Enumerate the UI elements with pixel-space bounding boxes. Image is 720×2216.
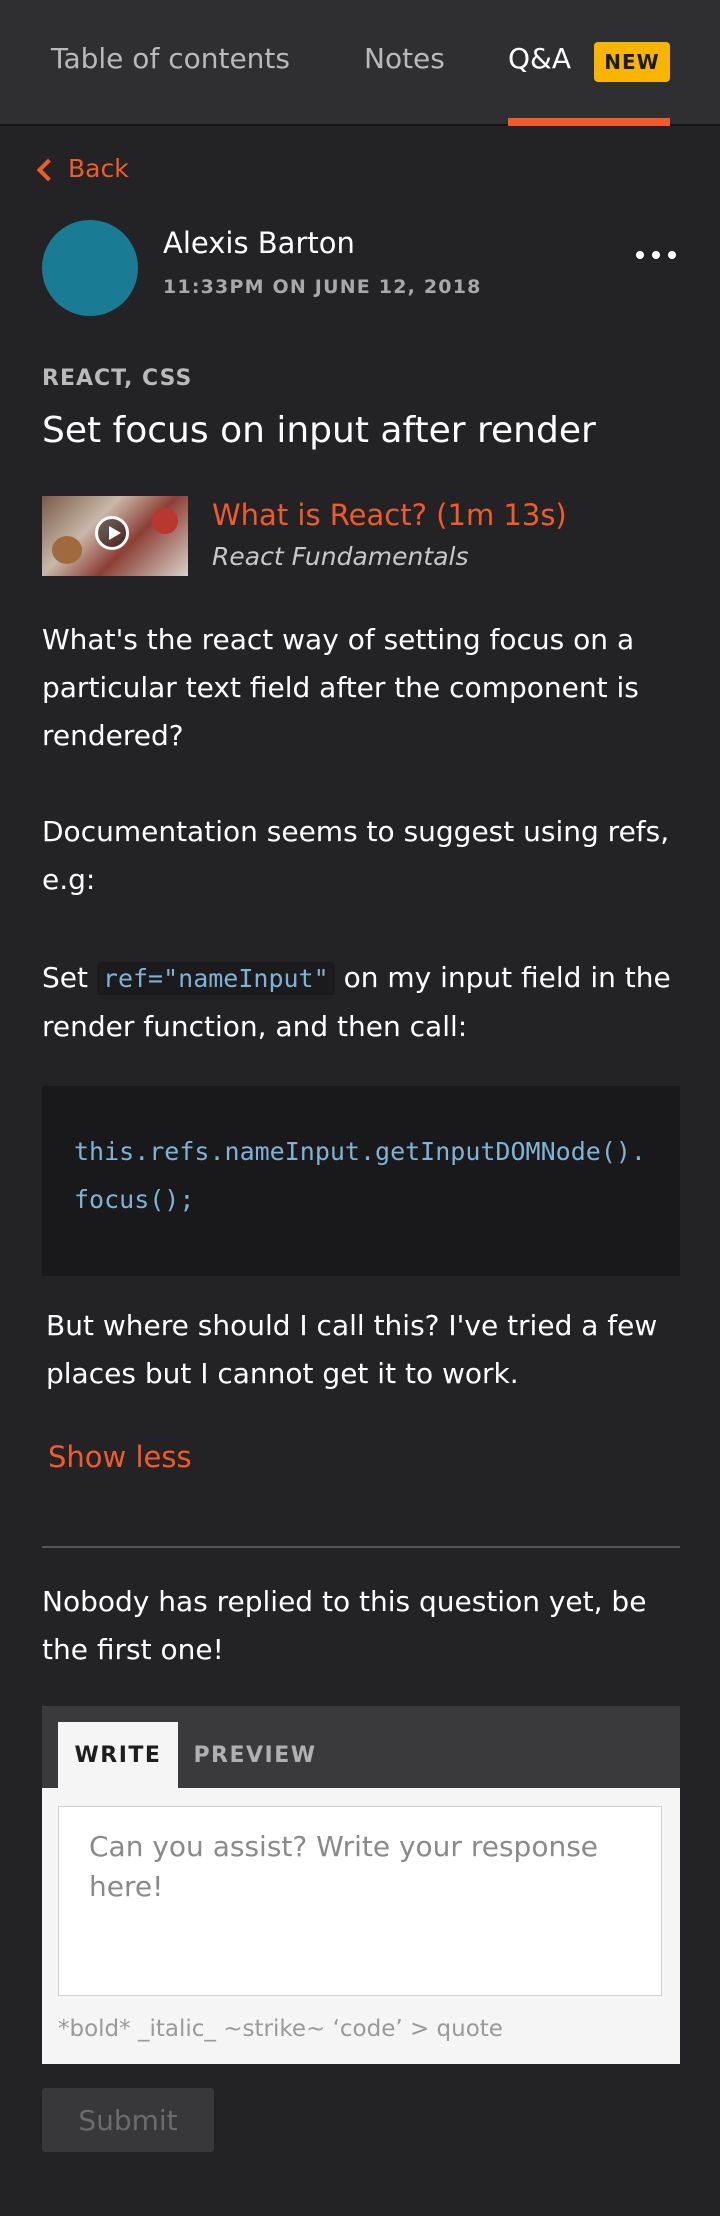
question-title: Set focus on input after render bbox=[42, 410, 596, 451]
play-icon bbox=[95, 516, 129, 550]
top-tab-bar: Table of contents Notes Q&A NEW bbox=[0, 0, 720, 126]
question-paragraph: But where should I call this? I've tried… bbox=[46, 1309, 658, 1390]
no-replies-text: Nobody has replied to this question yet,… bbox=[42, 1585, 647, 1666]
more-dot bbox=[652, 251, 660, 259]
code-block: this.refs.nameInput.getInputDOMNode().fo… bbox=[42, 1086, 680, 1276]
more-dot bbox=[636, 251, 644, 259]
active-tab-indicator bbox=[508, 118, 670, 126]
tab-notes[interactable]: Notes bbox=[364, 42, 445, 75]
inline-code: ref="nameInput" bbox=[96, 962, 335, 995]
video-thumbnail[interactable] bbox=[42, 496, 188, 576]
back-link[interactable]: Back bbox=[36, 154, 129, 183]
post-tags: REACT, CSS bbox=[42, 366, 193, 391]
question-paragraph: What's the react way of setting focus on… bbox=[42, 623, 639, 752]
clip-course-name: React Fundamentals bbox=[212, 542, 469, 571]
avatar[interactable] bbox=[42, 220, 138, 316]
reply-editor: WRITE PREVIEW Can you assist? Write your… bbox=[42, 1706, 680, 2064]
tab-preview[interactable]: PREVIEW bbox=[190, 1722, 320, 1788]
chevron-left-icon bbox=[36, 158, 60, 181]
author-name[interactable]: Alexis Barton bbox=[163, 226, 355, 260]
editor-body: Can you assist? Write your response here… bbox=[42, 1788, 680, 2064]
more-dot bbox=[668, 251, 676, 259]
tab-table-of-contents[interactable]: Table of contents bbox=[51, 42, 290, 75]
formatting-hints: *bold* _italic_ ~strike~ ‘code’ > quote bbox=[58, 2016, 503, 2042]
divider bbox=[42, 1546, 680, 1548]
paragraph-text: Set bbox=[42, 961, 88, 994]
question-paragraph: Documentation seems to suggest using ref… bbox=[42, 815, 670, 896]
reply-input[interactable]: Can you assist? Write your response here… bbox=[58, 1806, 662, 1996]
new-badge: NEW bbox=[594, 42, 670, 82]
post-timestamp: 11:33PM ON JUNE 12, 2018 bbox=[163, 276, 482, 298]
code-text: this.refs.nameInput.getInputDOMNode().fo… bbox=[74, 1137, 646, 1214]
tab-write[interactable]: WRITE bbox=[58, 1722, 178, 1788]
submit-button[interactable]: Submit bbox=[42, 2088, 214, 2152]
back-label: Back bbox=[68, 154, 129, 183]
question-paragraph: Set ref="nameInput" on my input field in… bbox=[42, 954, 682, 1051]
clip-title-link[interactable]: What is React? (1m 13s) bbox=[212, 498, 567, 532]
thumbnail-food bbox=[52, 536, 82, 564]
more-options-icon[interactable] bbox=[636, 240, 676, 270]
thumbnail-food bbox=[152, 508, 178, 534]
tab-qa[interactable]: Q&A bbox=[508, 42, 571, 75]
show-less-link[interactable]: Show less bbox=[48, 1440, 192, 1474]
